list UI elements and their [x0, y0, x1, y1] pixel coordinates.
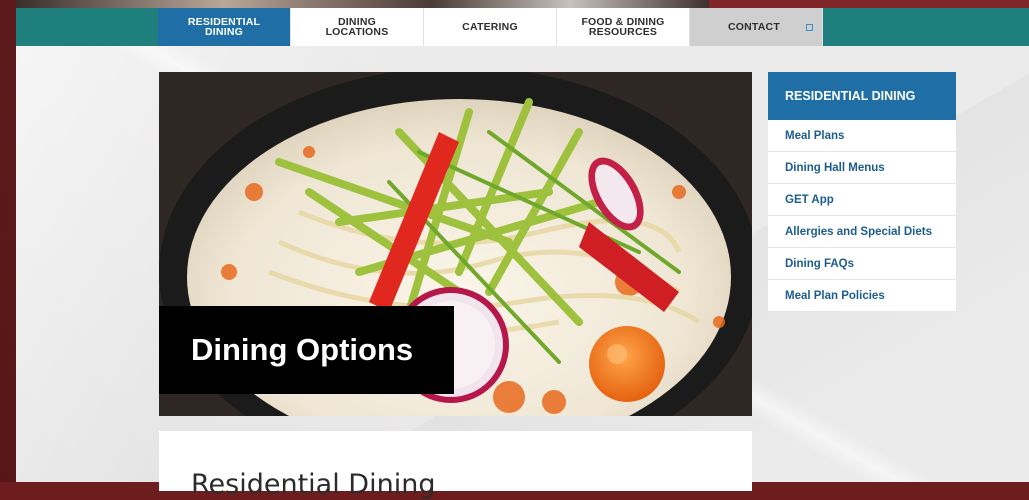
header-photo-strip [16, 0, 709, 8]
page-title: Residential Dining [191, 469, 436, 500]
square-icon [805, 23, 813, 31]
sidebar-item-meal-plans[interactable]: Meal Plans [768, 120, 956, 152]
sidebar-item-dining-hall-menus[interactable]: Dining Hall Menus [768, 152, 956, 184]
main-content-card: Residential Dining [159, 431, 752, 500]
nav-item-contact-label: CONTACT [728, 21, 780, 33]
sidebar-item-meal-plan-policies[interactable]: Meal Plan Policies [768, 280, 956, 311]
header-right-strip [709, 0, 1029, 8]
sidebar: RESIDENTIAL DINING Meal Plans Dining Hal… [768, 72, 956, 311]
nav-item-contact[interactable]: CONTACT [690, 8, 823, 46]
sidebar-item-dining-faqs[interactable]: Dining FAQs [768, 248, 956, 280]
sidebar-header: RESIDENTIAL DINING [768, 72, 956, 120]
hero-image: Dining Options [159, 72, 752, 416]
sidebar-item-allergies-special-diets[interactable]: Allergies and Special Diets [768, 216, 956, 248]
hero-caption: Dining Options [159, 306, 454, 394]
nav-item-dining-locations[interactable]: DINING LOCATIONS [291, 8, 424, 46]
nav-item-residential-dining[interactable]: RESIDENTIAL DINING [158, 8, 291, 46]
nav-item-food-dining-resources[interactable]: FOOD & DINING RESOURCES [557, 8, 690, 46]
sidebar-item-get-app[interactable]: GET App [768, 184, 956, 216]
nav-items: RESIDENTIAL DINING DINING LOCATIONS CATE… [158, 8, 823, 46]
nav-item-catering[interactable]: CATERING [424, 8, 557, 46]
main-navigation: RESIDENTIAL DINING DINING LOCATIONS CATE… [16, 8, 1029, 46]
